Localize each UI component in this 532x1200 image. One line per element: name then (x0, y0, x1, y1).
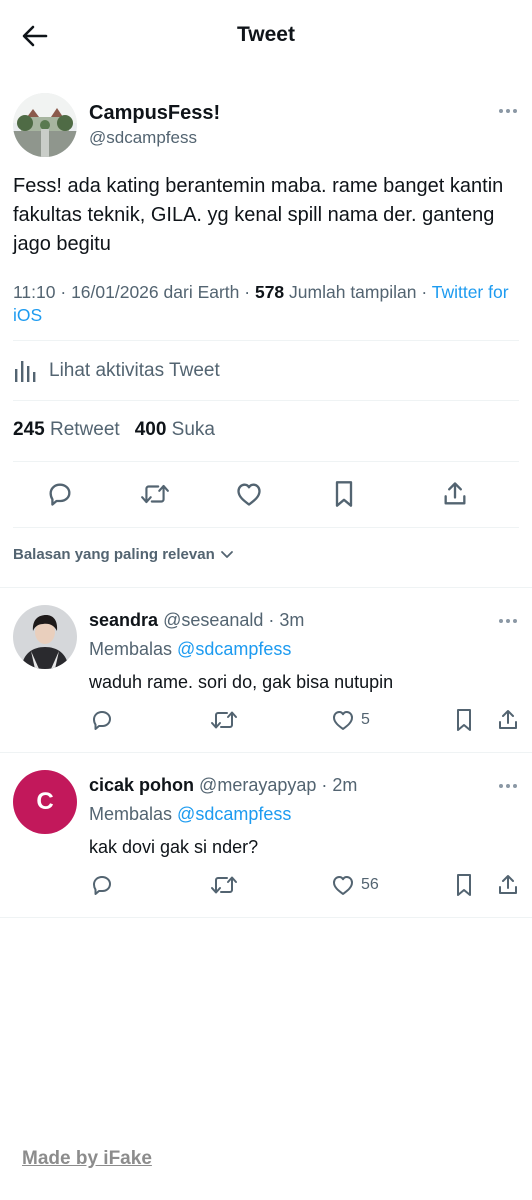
replying-to-label: Membalas (89, 804, 173, 824)
reply-retweet-button[interactable] (210, 708, 238, 732)
analytics-icon (15, 361, 36, 382)
divider (0, 752, 532, 753)
reply-reply-button[interactable] (90, 873, 114, 897)
watermark: Made by iFake (22, 1148, 152, 1169)
replying-to-label: Membalas (89, 639, 173, 659)
reply-avatar[interactable]: C (13, 770, 77, 834)
reply-more-button[interactable] (498, 618, 518, 624)
views-label: Jumlah tampilan (289, 282, 417, 302)
reply-icon (49, 483, 71, 506)
tweet-time: 11:10 (13, 282, 56, 302)
reply-button[interactable] (45, 479, 75, 509)
bookmark-icon (335, 481, 353, 507)
reply-icon (93, 876, 111, 895)
bookmark-icon (457, 874, 471, 896)
share-icon (499, 875, 517, 894)
heart-icon (333, 876, 353, 895)
tweet-stats: 245 Retweet 400 Suka (13, 419, 215, 441)
reply-like-count: 5 (361, 711, 370, 728)
like-label: Suka (171, 419, 215, 440)
like-count: 400 (134, 419, 167, 440)
sort-label: Balasan yang paling relevan (13, 546, 215, 563)
author-handle[interactable]: @sdcampfess (89, 128, 197, 148)
reply-header: cicak pohon @merayapyap · 2m (89, 775, 358, 795)
retweet-label: Retweet (49, 419, 120, 440)
reply-retweet-button[interactable] (210, 873, 238, 897)
divider (13, 461, 519, 462)
reply-author-name[interactable]: seandra (89, 610, 158, 630)
reply-time: 2m (332, 775, 358, 795)
reply-author-handle[interactable]: @seseanald (163, 610, 263, 630)
reply-like-button[interactable]: 5 (331, 708, 370, 732)
reply-text: kak dovi gak si nder? (89, 837, 259, 857)
bookmark-icon (457, 709, 471, 731)
tweet-text: Fess! ada kating berantemin maba. rame b… (13, 175, 504, 255)
retweet-count: 245 (13, 419, 45, 440)
author-avatar[interactable] (13, 93, 77, 157)
divider (13, 340, 519, 341)
replying-to: Membalas @sdcampfess (89, 804, 291, 825)
retweets-link[interactable]: 245 Retweet (13, 419, 120, 440)
reply-avatar[interactable] (13, 605, 77, 669)
reply-like-count: 56 (361, 876, 379, 893)
activity-label: Lihat aktivitas Tweet (49, 360, 220, 381)
retweet-icon (211, 876, 237, 894)
retweet-icon (211, 711, 237, 729)
reply-share-button[interactable] (496, 708, 520, 732)
author-name[interactable]: CampusFess! (89, 102, 220, 125)
divider (0, 587, 532, 588)
divider (13, 527, 519, 528)
more-options-button[interactable] (498, 108, 518, 114)
heart-icon (237, 483, 261, 506)
reply-bookmark-button[interactable] (454, 708, 474, 732)
reply-author-name[interactable]: cicak pohon (89, 775, 194, 795)
reply-more-button[interactable] (498, 783, 518, 789)
replying-to: Membalas @sdcampfess (89, 639, 291, 660)
share-icon (499, 710, 517, 729)
tweet-location: dari Earth (163, 282, 240, 302)
chevron-down-icon (220, 550, 233, 558)
views-count: 578 (254, 282, 285, 302)
heart-icon (333, 711, 353, 730)
reply-like-button[interactable]: 56 (331, 873, 379, 897)
view-activity-button[interactable]: Lihat aktivitas Tweet (13, 356, 220, 386)
share-button[interactable] (440, 479, 470, 509)
reply-sort-dropdown[interactable]: Balasan yang paling relevan (13, 546, 234, 563)
more-icon (499, 109, 517, 113)
reply-reply-button[interactable] (90, 708, 114, 732)
more-icon (499, 784, 517, 788)
reply-share-button[interactable] (496, 873, 520, 897)
divider (13, 400, 519, 401)
page-title: Tweet (237, 23, 295, 46)
bookmark-button[interactable] (329, 479, 359, 509)
mention-link[interactable]: @sdcampfess (177, 804, 291, 824)
share-icon (444, 482, 466, 505)
reply-author-handle[interactable]: @merayapyap (199, 775, 316, 795)
divider (0, 917, 532, 918)
likes-link[interactable]: 400 Suka (135, 419, 215, 440)
tweet-date: 16/01/2026 (71, 282, 159, 302)
top-bar: Tweet (0, 0, 532, 70)
reply-bookmark-button[interactable] (454, 873, 474, 897)
mention-link[interactable]: @sdcampfess (177, 639, 291, 659)
reply-time: 3m (279, 610, 305, 630)
retweet-icon (141, 484, 169, 504)
retweet-button[interactable] (140, 479, 170, 509)
reply-icon (93, 711, 111, 730)
reply-text: waduh rame. sori do, gak bisa nutupin (89, 672, 394, 692)
reply-header: seandra @seseanald · 3m (89, 610, 305, 630)
more-icon (499, 619, 517, 623)
tweet-meta: 11:10 · 16/01/2026 dari Earth · 578 Juml… (13, 282, 509, 325)
like-button[interactable] (234, 479, 264, 509)
